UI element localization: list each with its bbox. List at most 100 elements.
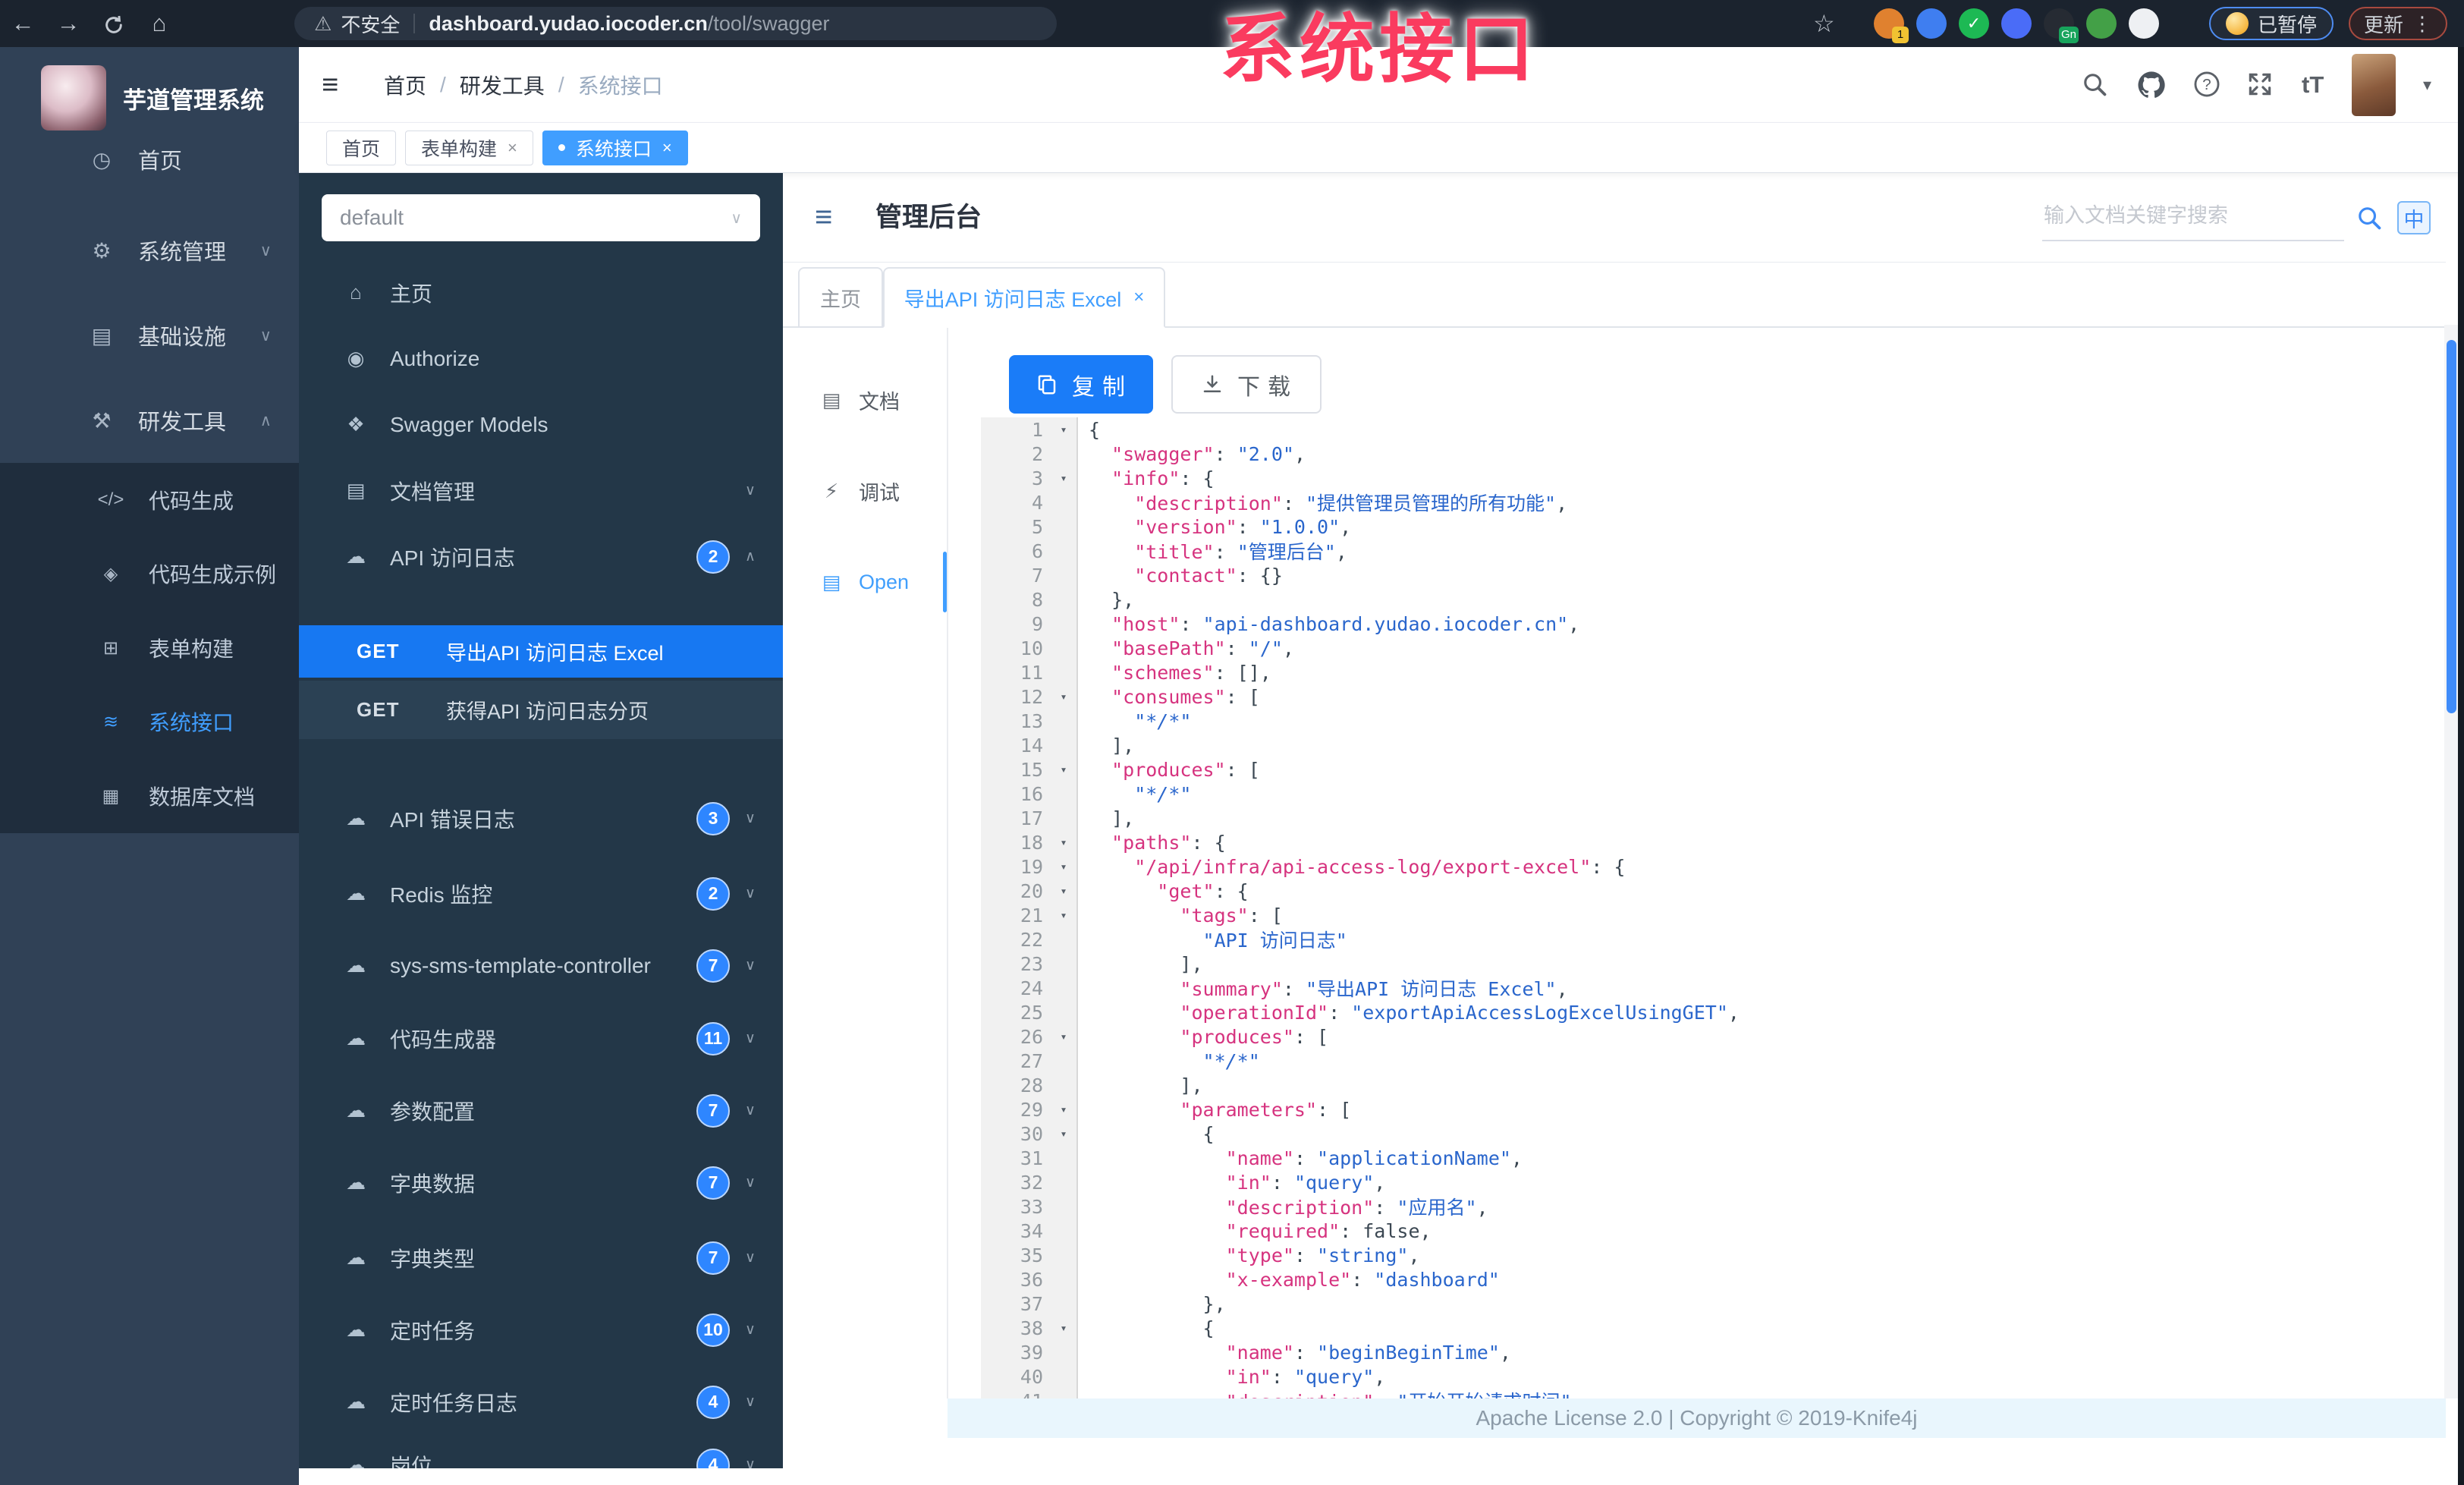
extension-alien[interactable] xyxy=(2086,8,2117,39)
swagger-item-4[interactable]: ☁ API 访问日志 2 ∧ xyxy=(299,524,783,590)
back-icon[interactable]: ← xyxy=(0,10,46,37)
swagger-item-2[interactable]: ❖ Swagger Models xyxy=(299,392,783,458)
extension-green-check[interactable]: ✓ xyxy=(1959,8,1989,39)
fold-toggle-icon[interactable]: ▾ xyxy=(1049,908,1078,922)
sidebar-subitem-0[interactable]: </> 代码生成 xyxy=(0,476,299,524)
doc-search-icon[interactable] xyxy=(2355,203,2384,232)
sidebar-item-1[interactable]: ⚙ 系统管理 ∨ xyxy=(0,226,299,275)
code-text: "in": "query", xyxy=(1089,1365,1386,1388)
extension-blue-grid[interactable] xyxy=(2001,8,2032,39)
address-bar[interactable]: ⚠ 不安全 dashboard.yudao.iocoder.cn/tool/sw… xyxy=(294,7,1057,40)
sidebar-item-2[interactable]: ▤ 基础设施 ∨ xyxy=(0,311,299,360)
close-icon[interactable]: × xyxy=(508,138,517,158)
fold-toggle-icon[interactable]: ▾ xyxy=(1049,884,1078,898)
paused-pill[interactable]: 已暂停 xyxy=(2209,7,2334,40)
fold-toggle-icon[interactable]: ▾ xyxy=(1049,1127,1078,1140)
fold-toggle-icon[interactable]: ▾ xyxy=(1049,1103,1078,1116)
home-icon[interactable]: ⌂ xyxy=(137,10,182,37)
sidebar-subitem-4[interactable]: ▦ 数据库文档 xyxy=(0,772,299,820)
copy-button[interactable]: 复制 xyxy=(1009,355,1153,414)
forward-icon[interactable]: → xyxy=(46,10,91,37)
content-tab-export-log[interactable]: 导出API 访问日志 Excel × xyxy=(883,267,1165,328)
sidebar-item-3[interactable]: ⚒ 研发工具 ∧ xyxy=(0,396,299,445)
code-text: "operationId": "exportApiAccessLogExcelU… xyxy=(1089,1001,1740,1024)
swagger-group-2[interactable]: ☁ sys-sms-template-controller 7 ∨ xyxy=(299,933,783,999)
search-icon[interactable] xyxy=(2080,70,2110,100)
extension-gn[interactable]: Gn xyxy=(2044,8,2079,43)
mini-nav-doc[interactable]: ▤ 文档 xyxy=(783,376,900,424)
close-icon[interactable]: × xyxy=(1133,287,1144,308)
code-text: "tags": [ xyxy=(1089,904,1283,927)
page-tab-system-api[interactable]: 系统接口 × xyxy=(542,130,688,165)
code-line: 22 "API 访问日志" xyxy=(981,927,2446,952)
fold-toggle-icon[interactable]: ▾ xyxy=(1049,471,1078,485)
fold-toggle-icon[interactable]: ▾ xyxy=(1049,763,1078,776)
extension-orange[interactable]: 1 xyxy=(1874,8,1909,43)
sidebar-item-0[interactable]: ◷ 首页 xyxy=(0,135,299,184)
mini-nav-open[interactable]: ▤ Open xyxy=(783,558,909,606)
fullscreen-icon[interactable] xyxy=(2246,70,2276,100)
swagger-item-label: 文档管理 xyxy=(390,480,476,504)
language-switch-icon[interactable]: 中 xyxy=(2397,201,2431,234)
vertical-divider xyxy=(947,328,948,1398)
swagger-group-8[interactable]: ☁ 定时任务日志 4 ∨ xyxy=(299,1369,783,1435)
swagger-group-6[interactable]: ☁ 字典类型 7 ∨ xyxy=(299,1225,783,1291)
code-editor[interactable]: 1 ▾{2 "swagger": "2.0", 3 ▾ "info": {4 "des… xyxy=(981,417,2446,1399)
bookmark-star-icon[interactable]: ☆ xyxy=(1813,0,1835,47)
extension-paw[interactable] xyxy=(2129,8,2159,39)
avatar-caret-icon[interactable]: ▾ xyxy=(2423,47,2431,123)
fold-toggle-icon[interactable]: ▾ xyxy=(1049,860,1078,873)
scrollbar-thumb[interactable] xyxy=(2447,340,2456,713)
fold-toggle-icon[interactable]: ▾ xyxy=(1049,423,1078,436)
fold-toggle-icon[interactable]: ▾ xyxy=(1049,1321,1078,1335)
github-icon[interactable] xyxy=(2136,70,2167,100)
content-tab-home[interactable]: 主页 xyxy=(798,267,883,328)
doc-search-input[interactable] xyxy=(2042,191,2344,241)
hamburger-icon[interactable]: ≡ xyxy=(322,47,338,123)
swagger-group-3[interactable]: ☁ 代码生成器 11 ∨ xyxy=(299,1005,783,1071)
fold-toggle-icon[interactable]: ▾ xyxy=(1049,690,1078,703)
update-button[interactable]: 更新 ⋮ xyxy=(2349,7,2448,40)
swagger-group-0[interactable]: ☁ API 错误日志 3 ∨ xyxy=(299,785,783,851)
font-size-icon[interactable]: tT xyxy=(2302,47,2324,123)
reload-icon[interactable] xyxy=(91,10,137,37)
security-label: 不安全 xyxy=(341,13,401,36)
swagger-group-4[interactable]: ☁ 参数配置 7 ∨ xyxy=(299,1078,783,1144)
breadcrumb-dev-tools[interactable]: 研发工具 xyxy=(460,70,545,100)
swagger-item-0[interactable]: ⌂ 主页 xyxy=(299,260,783,326)
browser-menu-icon[interactable]: ⋮ xyxy=(2412,12,2432,36)
swagger-group-7[interactable]: ☁ 定时任务 10 ∨ xyxy=(299,1297,783,1363)
code-text: "/api/infra/api-access-log/export-excel"… xyxy=(1089,855,1626,878)
avatar[interactable] xyxy=(2352,54,2396,116)
swagger-group-1[interactable]: ☁ Redis 监控 2 ∨ xyxy=(299,860,783,927)
sidebar-subitem-2[interactable]: ⊞ 表单构建 xyxy=(0,624,299,672)
download-button[interactable]: 下载 xyxy=(1171,355,1322,414)
help-icon[interactable]: ? xyxy=(2192,70,2223,100)
page-tab-form-builder[interactable]: 表单构建 × xyxy=(405,130,533,165)
browser-extensions: 1 ✓ Gn xyxy=(1874,8,2159,43)
breadcrumb-home[interactable]: 首页 xyxy=(384,70,426,100)
swagger-item-3[interactable]: ▤ 文档管理 ∨ xyxy=(299,458,783,524)
swagger-group-5[interactable]: ☁ 字典数据 7 ∨ xyxy=(299,1150,783,1216)
swagger-operation-0[interactable]: GET 导出API 访问日志 Excel xyxy=(299,625,783,678)
line-number: 35 xyxy=(1020,1244,1043,1266)
page-tab-home[interactable]: 首页 xyxy=(326,130,397,165)
sidebar-subitem-1[interactable]: ◈ 代码生成示例 xyxy=(0,549,299,598)
code-line: 18 ▾ "paths": { xyxy=(981,830,2446,854)
swagger-operation-1[interactable]: GET 获得API 访问日志分页 xyxy=(299,681,783,739)
extension-blue-drop[interactable] xyxy=(1916,8,1947,39)
swagger-item-label: API 访问日志 xyxy=(390,546,515,570)
fold-toggle-icon[interactable]: ▾ xyxy=(1049,1030,1078,1043)
mini-nav-debug[interactable]: ⚡ 调试 xyxy=(783,467,900,515)
swagger-item-1[interactable]: ◉ Authorize xyxy=(299,326,783,392)
doc-title-icon[interactable]: ≡ xyxy=(815,173,832,262)
logo[interactable]: 芋道管理系统 xyxy=(0,47,299,131)
swagger-group-9[interactable]: ☁ 岗位 4 ∨ xyxy=(299,1432,783,1468)
sidebar-subitem-3[interactable]: ≋ 系统接口 xyxy=(0,697,299,746)
breadcrumb-separator: / xyxy=(440,73,446,96)
fold-toggle-icon[interactable]: ▾ xyxy=(1049,835,1078,849)
close-icon[interactable]: × xyxy=(662,138,672,158)
api-group-select[interactable]: default ∨ xyxy=(322,194,760,241)
operation-label: 获得API 访问日志分页 xyxy=(446,700,649,723)
code-line: 32 "in": "query", xyxy=(981,1170,2446,1194)
